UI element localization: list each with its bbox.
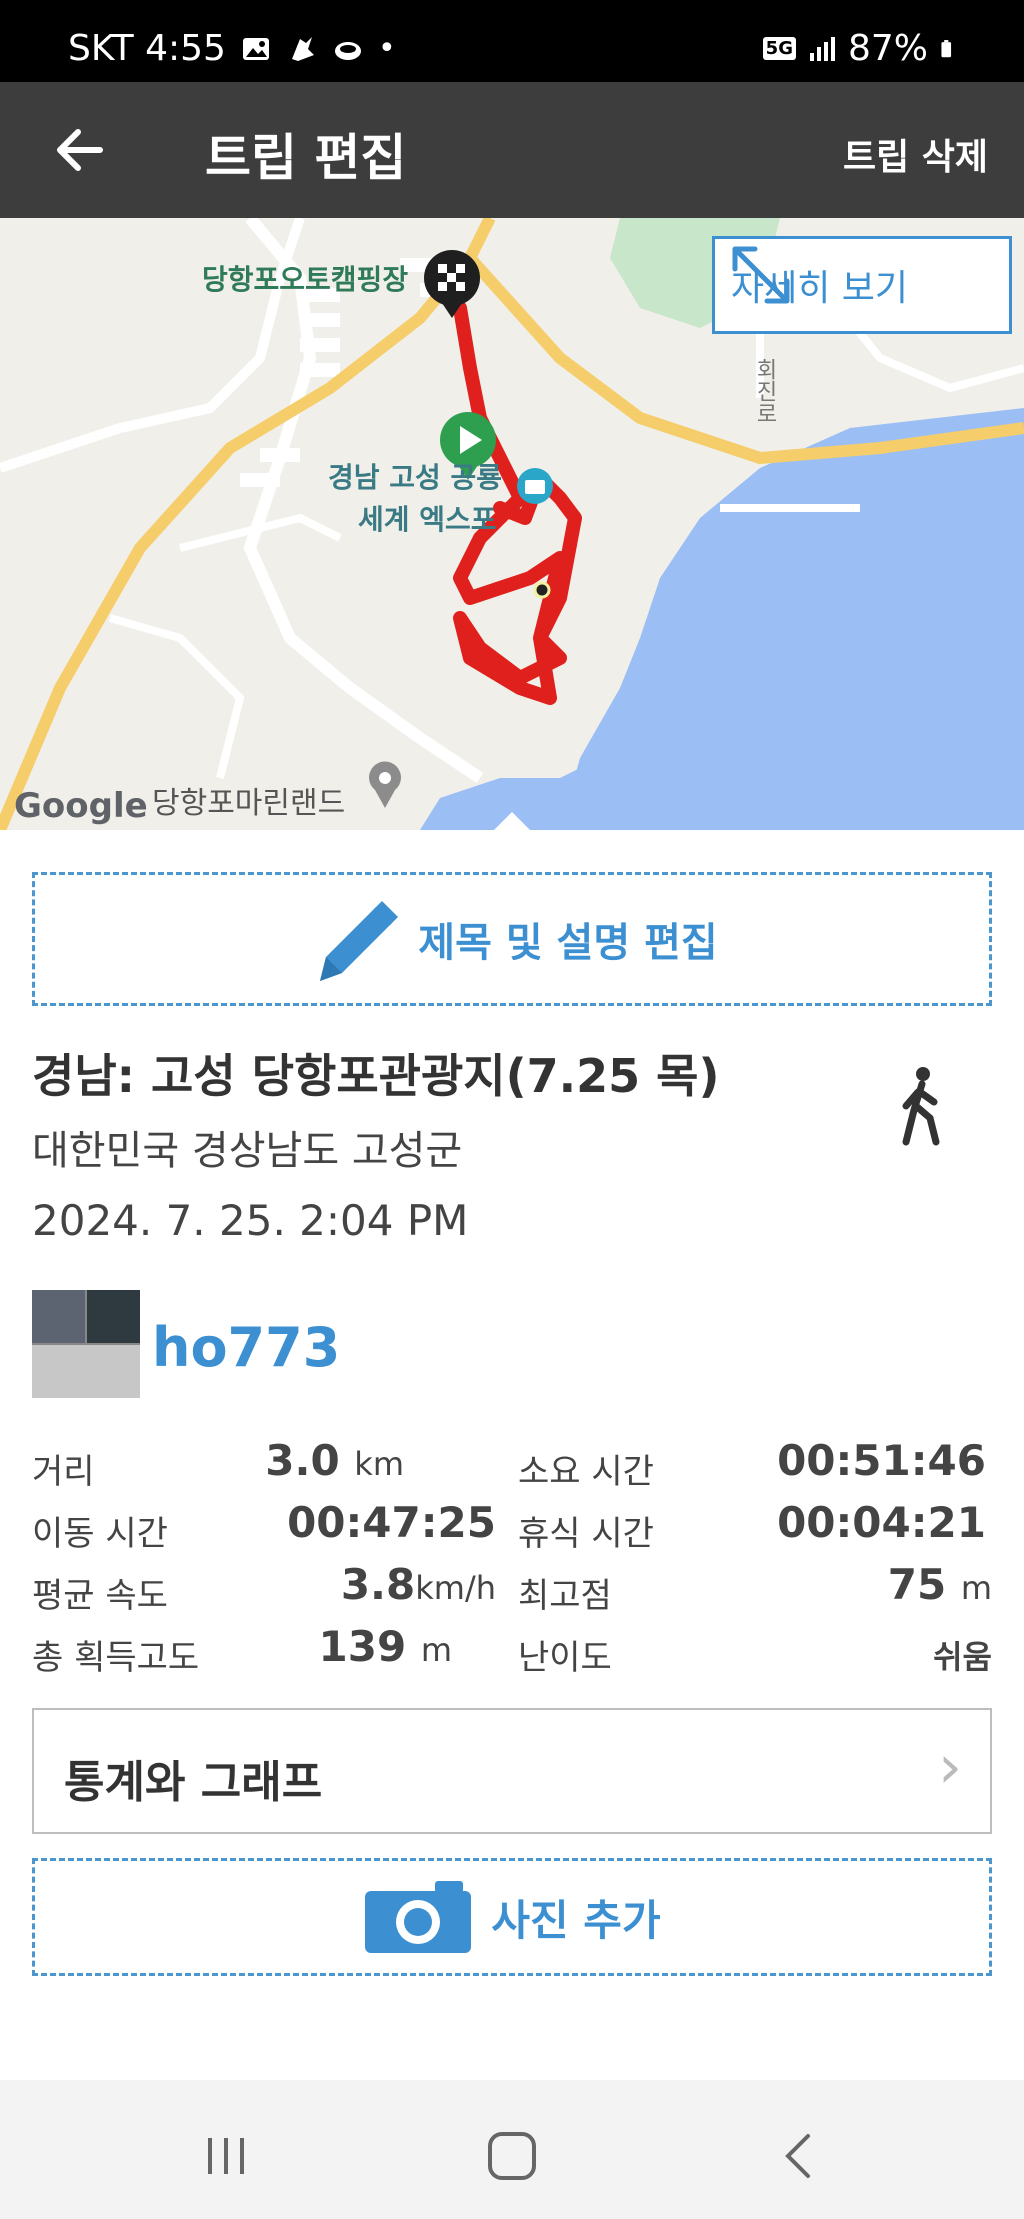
moving-time-label: 이동 시간: [32, 1514, 168, 1554]
max-altitude-unit: m: [960, 1569, 992, 1607]
max-altitude-value: 75 m: [888, 1560, 992, 1609]
distance-unit: km: [354, 1445, 404, 1483]
total-time-value: 00:51:46: [777, 1436, 986, 1485]
status-right: 5G 87%: [762, 28, 960, 69]
avg-speed-unit: km/h: [415, 1569, 496, 1607]
avatar-photo-2: [87, 1290, 140, 1343]
map-place-expo-line2: 세계 엑스포: [358, 503, 497, 536]
distance-label: 거리: [32, 1452, 95, 1492]
map-place-expo-line1: 경남 고성 공룡: [328, 461, 503, 494]
home-icon[interactable]: [482, 2126, 542, 2186]
expand-icon: [732, 246, 790, 304]
battery-percent: 87%: [847, 28, 928, 69]
battery-icon: [941, 39, 952, 57]
total-gain-value: 139 m: [319, 1622, 452, 1671]
username-link[interactable]: ho773: [152, 1316, 340, 1379]
recent-apps-icon[interactable]: [196, 2126, 256, 2186]
chevron-right-icon: ›: [938, 1732, 962, 1802]
trip-title: 경남: 고성 당항포관광지(7.25 목): [32, 1049, 720, 1103]
add-photo-button[interactable]: 사진 추가: [32, 1858, 992, 1976]
edit-title-description-button[interactable]: 제목 및 설명 편집: [32, 872, 992, 1006]
app-bar: 트립 편집 트립 삭제: [0, 82, 1024, 218]
total-gain-unit: m: [420, 1631, 452, 1669]
distance-number: 3.0: [265, 1436, 340, 1485]
google-attribution: Google: [14, 786, 148, 826]
page-title: 트립 편집: [205, 129, 407, 187]
avg-speed-value: 3.8km/h: [341, 1560, 496, 1609]
walking-icon: [902, 1067, 940, 1146]
add-photo-label: 사진 추가: [491, 1895, 661, 1945]
status-carrier-time: SKT 4:55: [68, 28, 226, 69]
map-road-label: 회진로: [752, 358, 777, 424]
avatar-photo-1: [32, 1290, 85, 1343]
pencil-icon: [320, 901, 399, 981]
stats-graph-button[interactable]: 통계와 그래프 ›: [32, 1708, 992, 1834]
map-detail-button[interactable]: 자세히 보기: [712, 236, 1012, 334]
map-place-camping: 당항포오토캠핑장: [202, 263, 409, 296]
max-altitude-label: 최고점: [518, 1576, 612, 1616]
edit-title-label: 제목 및 설명 편집: [418, 920, 718, 966]
map-pointer-icon: [494, 812, 530, 830]
difficulty-label: 난이도: [518, 1638, 612, 1678]
total-gain-number: 139: [318, 1622, 407, 1671]
stat-row: 이동 시간 00:47:25 휴식 시간 00:04:21: [32, 1498, 992, 1560]
total-gain-label: 총 획득고도: [32, 1638, 200, 1678]
stats-graph-label: 통계와 그래프: [64, 1757, 323, 1808]
stat-row: 총 획득고도 139 m 난이도 쉬움: [32, 1622, 992, 1684]
stat-row: 평균 속도 3.8km/h 최고점 75 m: [32, 1560, 992, 1622]
avg-speed-label: 평균 속도: [32, 1576, 168, 1616]
distance-value: 3.0 km: [265, 1436, 404, 1485]
avg-speed-number: 3.8: [340, 1560, 416, 1609]
delete-trip-button[interactable]: 트립 삭제: [843, 128, 988, 180]
signal-icon: [809, 36, 835, 61]
back-arrow-icon[interactable]: [48, 118, 112, 182]
trip-location: 대한민국 경상남도 고성군: [32, 1128, 463, 1174]
max-altitude-number: 75: [887, 1560, 947, 1609]
gallery-icon: [242, 37, 269, 60]
avatar-photo-3: [32, 1345, 140, 1398]
status-bar: SKT 4:55 • 5G 87%: [0, 0, 1024, 82]
shell-notification-icon: [334, 41, 361, 60]
more-notifications-dot: •: [377, 31, 396, 66]
camera-icon: [365, 1881, 472, 1953]
difficulty-value: 쉬움: [933, 1638, 992, 1676]
avatar[interactable]: [32, 1290, 140, 1398]
trip-stats: 거리 3.0 km 소요 시간 00:51:46 이동 시간 00:47:25 …: [32, 1436, 992, 1684]
trip-map[interactable]: 자세히 보기 당항포오토캠핑장 경남 고성 공룡 세계 엑스포 회진로 Goog…: [0, 218, 1024, 830]
network-badge: 5G: [762, 37, 796, 60]
status-left: SKT 4:55 •: [68, 28, 396, 69]
app-notification-icon: [291, 36, 314, 61]
stat-row: 거리 3.0 km 소요 시간 00:51:46: [32, 1436, 992, 1498]
map-place-marina: 당항포마린랜드: [152, 786, 346, 821]
rest-time-label: 휴식 시간: [518, 1514, 654, 1554]
total-time-label: 소요 시간: [518, 1452, 654, 1492]
trip-datetime: 2024. 7. 25. 2:04 PM: [32, 1196, 469, 1245]
moving-time-value: 00:47:25: [287, 1498, 496, 1547]
system-nav-bar: [0, 2080, 1024, 2219]
back-nav-icon[interactable]: [770, 2126, 830, 2186]
rest-time-value: 00:04:21: [777, 1498, 986, 1547]
